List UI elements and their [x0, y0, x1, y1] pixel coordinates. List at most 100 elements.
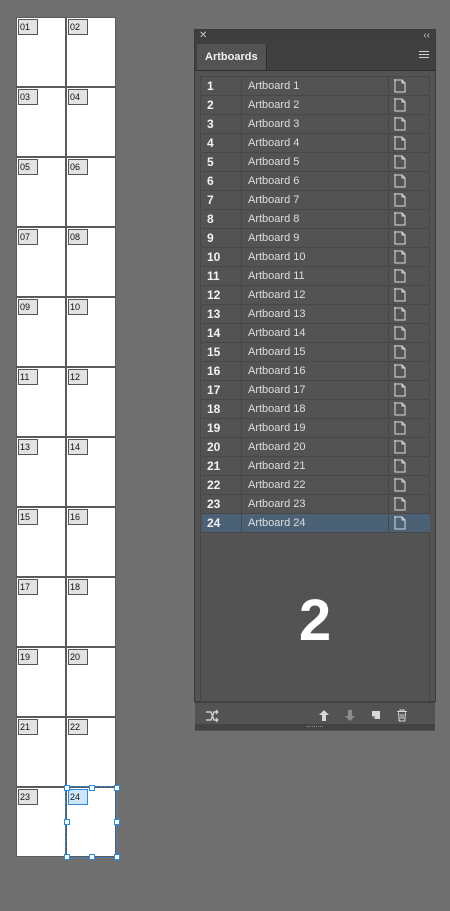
artboard-options-icon[interactable]	[388, 210, 430, 228]
tab-artboards[interactable]: Artboards	[197, 44, 267, 70]
artboard[interactable]: 13	[17, 438, 65, 506]
artboard-options-icon[interactable]	[388, 495, 430, 513]
artboard-options-icon[interactable]	[388, 267, 430, 285]
artboard[interactable]: 22	[67, 718, 115, 786]
close-panel-icon[interactable]: ✕	[199, 30, 207, 42]
delete-artboard-icon[interactable]	[396, 709, 408, 722]
selection-handle[interactable]	[64, 785, 70, 791]
artboard-options-icon[interactable]	[388, 305, 430, 323]
artboard[interactable]: 16	[67, 508, 115, 576]
artboard-name[interactable]: Artboard 23	[248, 495, 305, 513]
artboard-name[interactable]: Artboard 11	[248, 267, 305, 285]
new-artboard-icon[interactable]	[370, 709, 382, 721]
artboard-list-row[interactable]: 8 Artboard 8	[202, 210, 430, 229]
artboard[interactable]: 11	[17, 368, 65, 436]
artboard-options-icon[interactable]	[388, 248, 430, 266]
artboard-list-row[interactable]: 23 Artboard 23	[202, 495, 430, 514]
artboard-options-icon[interactable]	[388, 343, 430, 361]
artboard-name[interactable]: Artboard 22	[248, 476, 305, 494]
artboard[interactable]: 20	[67, 648, 115, 716]
artboard-name[interactable]: Artboard 14	[248, 324, 305, 342]
artboard[interactable]: 24	[65, 786, 117, 858]
artboard-list-row[interactable]: 2 Artboard 2	[202, 96, 430, 115]
artboard-name[interactable]: Artboard 4	[248, 134, 299, 152]
artboard-list-row[interactable]: 15 Artboard 15	[202, 343, 430, 362]
artboard-list-row[interactable]: 12 Artboard 12	[202, 286, 430, 305]
artboard[interactable]: 04	[67, 88, 115, 156]
panel-title-bar[interactable]: ✕ ‹‹	[195, 30, 435, 42]
artboard-list-row[interactable]: 10 Artboard 10	[202, 248, 430, 267]
selection-handle[interactable]	[114, 785, 120, 791]
artboard-name[interactable]: Artboard 12	[248, 286, 305, 304]
artboard-name[interactable]: Artboard 10	[248, 248, 305, 266]
selection-handle[interactable]	[64, 854, 70, 860]
selection-handle[interactable]	[89, 785, 95, 791]
selection-handle[interactable]	[64, 819, 70, 825]
artboard-name[interactable]: Artboard 16	[248, 362, 305, 380]
panel-menu-icon[interactable]	[419, 51, 429, 59]
selection-handle[interactable]	[114, 854, 120, 860]
artboard[interactable]: 10	[67, 298, 115, 366]
artboard[interactable]: 17	[17, 578, 65, 646]
artboard-list-row[interactable]: 19 Artboard 19	[202, 419, 430, 438]
artboard-list-row[interactable]: 20 Artboard 20	[202, 438, 430, 457]
artboard-list-row[interactable]: 16 Artboard 16	[202, 362, 430, 381]
artboard-options-icon[interactable]	[388, 115, 430, 133]
artboard-list-row[interactable]: 14 Artboard 14	[202, 324, 430, 343]
artboard[interactable]: 18	[67, 578, 115, 646]
artboard-options-icon[interactable]	[388, 362, 430, 380]
artboard-options-icon[interactable]	[388, 77, 430, 95]
artboard-list-row[interactable]: 4 Artboard 4	[202, 134, 430, 153]
artboard-options-icon[interactable]	[388, 134, 430, 152]
artboard[interactable]: 03	[17, 88, 65, 156]
artboard-name[interactable]: Artboard 8	[248, 210, 299, 228]
artboard[interactable]: 23	[17, 788, 65, 856]
artboard[interactable]: 19	[17, 648, 65, 716]
artboard-list-row[interactable]: 9 Artboard 9	[202, 229, 430, 248]
artboard-list-row[interactable]: 24 Artboard 24	[202, 514, 430, 533]
artboard-options-icon[interactable]	[388, 381, 430, 399]
artboard-canvas[interactable]: 01 02 03 04 05 06 07 08 09 10 11 12 13 14 15 16 17 18 19 20…	[0, 0, 190, 911]
artboard[interactable]: 15	[17, 508, 65, 576]
artboard-name[interactable]: Artboard 18	[248, 400, 305, 418]
artboard[interactable]: 06	[67, 158, 115, 226]
artboard[interactable]: 01	[17, 18, 65, 86]
selection-handle[interactable]	[114, 819, 120, 825]
artboard-name[interactable]: Artboard 15	[248, 343, 305, 361]
artboard-list-row[interactable]: 7 Artboard 7	[202, 191, 430, 210]
artboard-name[interactable]: Artboard 13	[248, 305, 305, 323]
artboard-name[interactable]: Artboard 6	[248, 172, 299, 190]
rearrange-artboards-icon[interactable]	[205, 709, 219, 723]
artboard-name[interactable]: Artboard 20	[248, 438, 305, 456]
artboard-options-icon[interactable]	[388, 476, 430, 494]
artboard-options-icon[interactable]	[388, 153, 430, 171]
artboard[interactable]: 07	[17, 228, 65, 296]
panel-resize-grip[interactable]	[195, 724, 435, 730]
artboard-options-icon[interactable]	[388, 457, 430, 475]
artboard-list-row[interactable]: 11 Artboard 11	[202, 267, 430, 286]
artboard-options-icon[interactable]	[388, 438, 430, 456]
artboard-name[interactable]: Artboard 9	[248, 229, 299, 247]
artboard[interactable]: 05	[17, 158, 65, 226]
artboard[interactable]: 09	[17, 298, 65, 366]
artboard-list-row[interactable]: 17 Artboard 17	[202, 381, 430, 400]
artboard-options-icon[interactable]	[388, 324, 430, 342]
artboard-options-icon[interactable]	[388, 229, 430, 247]
move-up-icon[interactable]	[318, 709, 330, 722]
collapse-panel-icon[interactable]: ‹‹	[423, 30, 430, 42]
move-down-icon[interactable]	[344, 709, 356, 722]
artboard-name[interactable]: Artboard 1	[248, 77, 299, 95]
artboard-list-row[interactable]: 1 Artboard 1	[202, 77, 430, 96]
artboard-name[interactable]: Artboard 19	[248, 419, 305, 437]
artboard-options-icon[interactable]	[388, 172, 430, 190]
artboard-list-row[interactable]: 3 Artboard 3	[202, 115, 430, 134]
artboard-name[interactable]: Artboard 17	[248, 381, 305, 399]
artboard[interactable]: 08	[67, 228, 115, 296]
artboard[interactable]: 12	[67, 368, 115, 436]
artboard-options-icon[interactable]	[388, 96, 430, 114]
artboard-list-row[interactable]: 13 Artboard 13	[202, 305, 430, 324]
artboard-options-icon[interactable]	[388, 191, 430, 209]
selection-handle[interactable]	[89, 854, 95, 860]
artboard-list-row[interactable]: 21 Artboard 21	[202, 457, 430, 476]
artboard-list-row[interactable]: 18 Artboard 18	[202, 400, 430, 419]
